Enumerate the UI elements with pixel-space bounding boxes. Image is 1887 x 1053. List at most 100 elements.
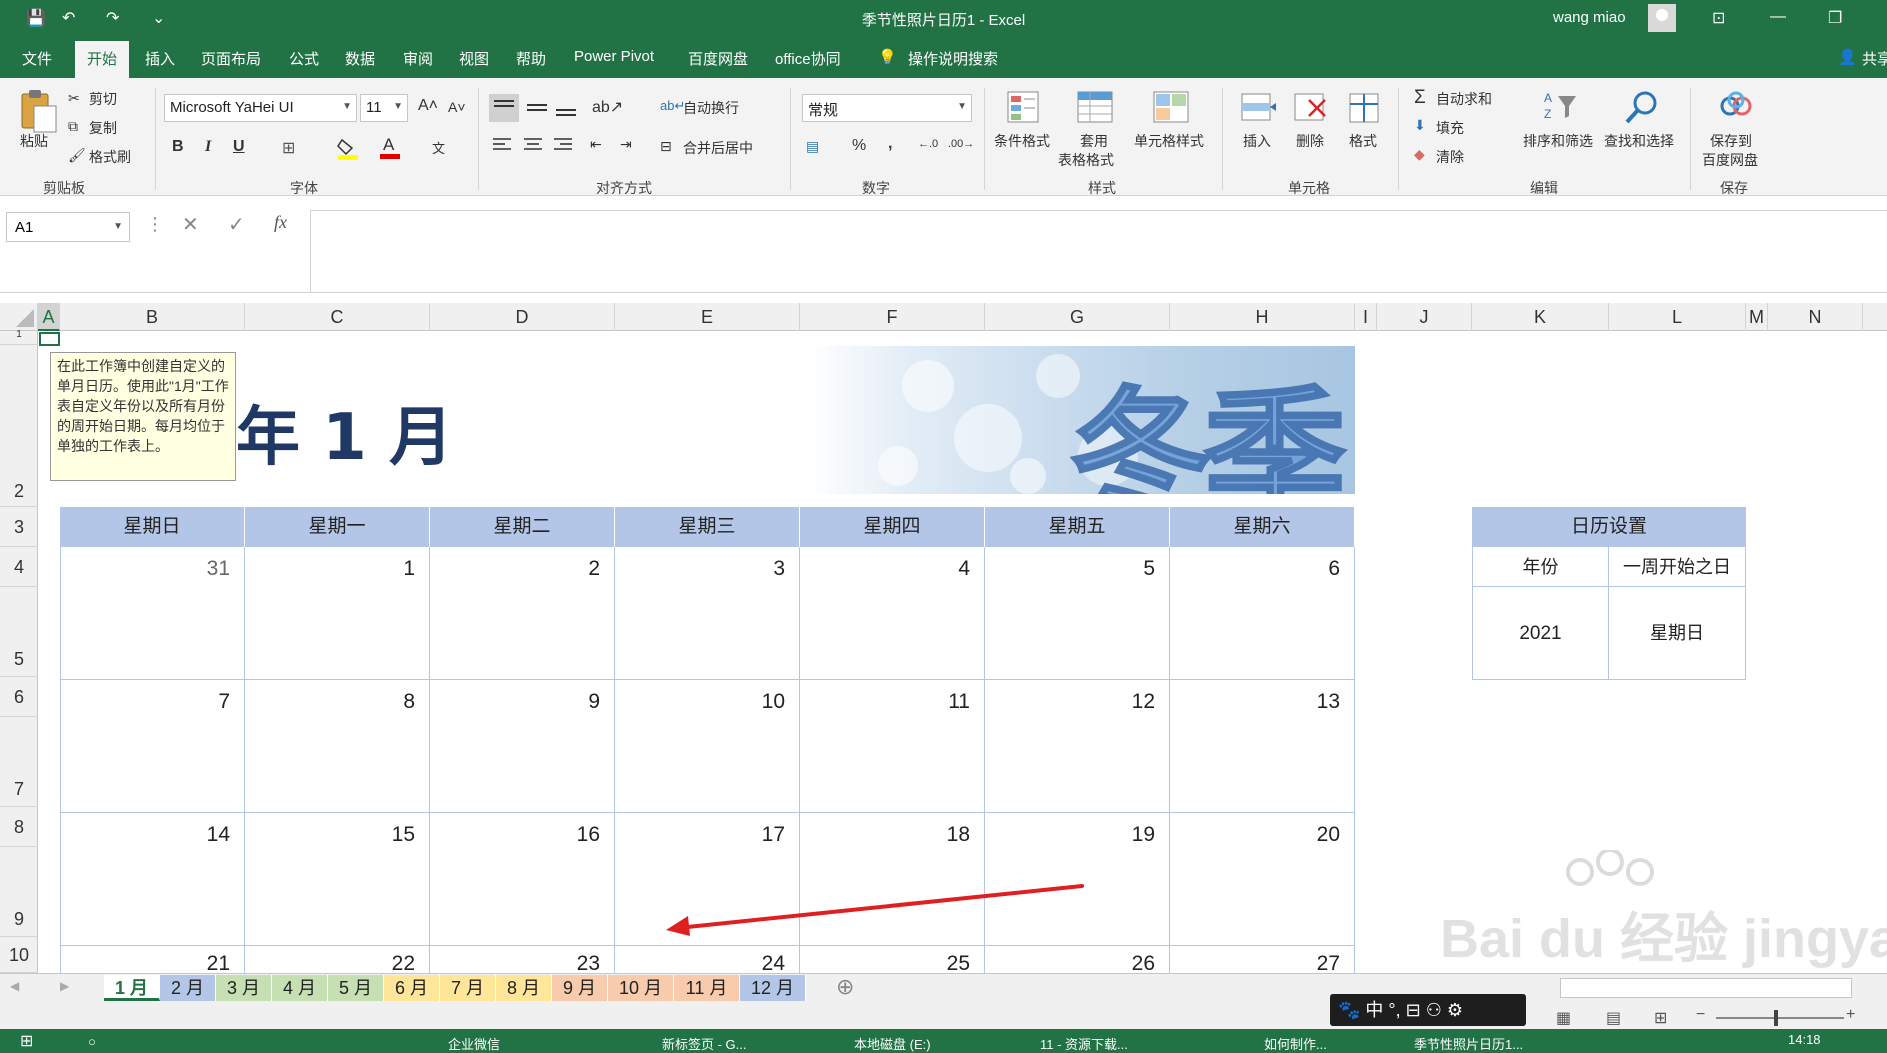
taskbar-item-active[interactable]: 季节性照片日历1... <box>1414 1034 1523 1053</box>
day-cell[interactable]: 6 <box>1170 547 1355 680</box>
taskbar-item[interactable]: 如何制作... <box>1264 1034 1327 1053</box>
day-cell[interactable]: 2 <box>430 547 615 680</box>
column-header-f[interactable]: F <box>800 303 985 331</box>
increase-font-icon[interactable]: A˄ <box>418 97 438 115</box>
decrease-indent-icon[interactable]: ⇤ <box>590 136 602 153</box>
cancel-icon[interactable]: ✕ <box>182 212 199 237</box>
sheet-tab-11[interactable]: 11 月 <box>674 975 740 1001</box>
row-header-8[interactable]: 8 <box>0 807 38 847</box>
ribbon-display-icon[interactable]: ⊡ <box>1712 8 1725 28</box>
align-bottom-icon[interactable] <box>551 94 581 122</box>
find-select-button[interactable]: 查找和选择 <box>1604 131 1674 151</box>
column-header-a[interactable]: A <box>38 303 60 331</box>
formula-input[interactable] <box>310 210 1887 293</box>
comma-button[interactable]: , <box>888 135 892 153</box>
orientation-icon[interactable]: ab↗ <box>592 97 623 117</box>
insert-function-button[interactable]: fx <box>274 212 287 233</box>
settings-year-value[interactable]: 2021 <box>1472 587 1609 680</box>
decrease-font-icon[interactable]: A˅ <box>448 99 466 115</box>
zoom-slider[interactable] <box>1716 1017 1844 1019</box>
day-cell[interactable]: 26 <box>985 946 1170 973</box>
search-icon[interactable]: ○ <box>88 1034 96 1049</box>
settings-week-start-value[interactable]: 星期日 <box>1609 587 1746 680</box>
day-cell[interactable]: 12 <box>985 680 1170 813</box>
column-header-l[interactable]: L <box>1609 303 1746 331</box>
taskbar-item[interactable]: 11 - 资源下载... <box>1040 1034 1128 1053</box>
tell-me-search[interactable]: 操作说明搜索 <box>908 48 998 69</box>
clock[interactable]: 14:18 <box>1788 1032 1821 1047</box>
underline-button[interactable]: U <box>233 138 245 156</box>
sheet-tab-8[interactable]: 8 月 <box>496 975 552 1001</box>
cell-styles-button[interactable]: 单元格样式 <box>1134 131 1204 151</box>
paste-button[interactable]: 粘贴 <box>20 131 48 151</box>
avatar[interactable] <box>1648 4 1676 32</box>
day-cell[interactable]: 8 <box>245 680 430 813</box>
ime-toolbar[interactable]: 🐾 中 °, ⊟ ⚇ ⚙ <box>1330 994 1526 1026</box>
tab-power-pivot[interactable]: Power Pivot <box>574 48 654 65</box>
format-button[interactable]: 格式 <box>1349 131 1377 151</box>
sheet-tab-6[interactable]: 6 月 <box>384 975 440 1001</box>
day-cell[interactable]: 23 <box>430 946 615 973</box>
tab-baidu-netdisk[interactable]: 百度网盘 <box>688 48 748 69</box>
day-cell[interactable]: 5 <box>985 547 1170 680</box>
italic-button[interactable]: I <box>205 138 211 156</box>
day-cell[interactable]: 14 <box>60 813 245 946</box>
column-header-k[interactable]: K <box>1472 303 1609 331</box>
day-cell[interactable]: 25 <box>800 946 985 973</box>
save-baidu-button[interactable]: 百度网盘 <box>1702 150 1758 170</box>
confirm-icon[interactable]: ✓ <box>228 212 245 237</box>
day-cell[interactable]: 21 <box>60 946 245 973</box>
autosum-button[interactable]: 自动求和 <box>1436 89 1492 109</box>
row-header-7[interactable]: 7 <box>0 717 38 807</box>
borders-icon[interactable]: ⊞ <box>282 138 295 158</box>
sheet-tab-1[interactable]: 1 月 <box>104 975 160 1001</box>
row-header-1[interactable]: 1 <box>0 330 38 345</box>
tab-data[interactable]: 数据 <box>345 48 375 69</box>
sheet-tab-2[interactable]: 2 月 <box>160 975 216 1001</box>
add-sheet-icon[interactable]: ⊕ <box>836 974 854 1000</box>
align-middle-icon[interactable] <box>522 94 552 122</box>
cut-button[interactable]: 剪切 <box>89 89 117 109</box>
tab-insert[interactable]: 插入 <box>145 48 175 69</box>
align-top-icon[interactable] <box>489 94 519 122</box>
tab-help[interactable]: 帮助 <box>516 48 546 69</box>
table-format-button[interactable]: 表格格式 <box>1058 150 1114 170</box>
phonetic-icon[interactable]: 文 <box>432 138 445 157</box>
day-cell[interactable]: 24 <box>615 946 800 973</box>
column-header-b[interactable]: B <box>60 303 245 331</box>
taskbar-item[interactable]: 新标签页 - G... <box>662 1034 747 1053</box>
day-cell[interactable]: 1 <box>245 547 430 680</box>
tab-view[interactable]: 视图 <box>459 48 489 69</box>
tab-home[interactable]: 开始 <box>75 41 130 78</box>
day-cell[interactable]: 9 <box>430 680 615 813</box>
paste-icon[interactable] <box>18 88 58 134</box>
conditional-format-button[interactable]: 条件格式 <box>994 131 1050 151</box>
copy-button[interactable]: 复制 <box>89 118 117 138</box>
percent-button[interactable]: % <box>852 137 866 155</box>
font-name-dropdown[interactable]: Microsoft YaHei UI ▼ <box>164 94 357 122</box>
row-header-2[interactable]: 2 <box>0 345 38 507</box>
column-header-g[interactable]: G <box>985 303 1170 331</box>
align-center-icon[interactable] <box>520 134 546 156</box>
active-cell-a1[interactable] <box>39 332 60 346</box>
format-painter-button[interactable]: 格式刷 <box>89 147 131 167</box>
font-color-icon[interactable]: A <box>378 134 402 163</box>
column-header-m[interactable]: M <box>1746 303 1768 331</box>
column-header-h[interactable]: H <box>1170 303 1355 331</box>
horizontal-scrollbar[interactable] <box>1560 978 1852 998</box>
sheet-nav-prev-icon[interactable]: ◀ <box>10 979 19 993</box>
row-header-10[interactable]: 10 <box>0 937 38 973</box>
name-box[interactable]: A1 ▼ <box>6 212 130 242</box>
normal-view-icon[interactable]: ▦ <box>1556 1008 1571 1028</box>
windows-start-icon[interactable]: ⊞ <box>20 1031 33 1051</box>
minimize-button[interactable]: — <box>1770 8 1786 26</box>
day-cell[interactable]: 31 <box>60 547 245 680</box>
day-cell[interactable]: 11 <box>800 680 985 813</box>
merge-center-button[interactable]: 合并后居中 <box>683 138 753 158</box>
day-cell[interactable]: 4 <box>800 547 985 680</box>
increase-indent-icon[interactable]: ⇥ <box>620 136 632 153</box>
number-format-dropdown[interactable]: 常规 ▼ <box>802 94 972 122</box>
page-layout-view-icon[interactable]: ▤ <box>1606 1008 1621 1028</box>
day-cell[interactable]: 7 <box>60 680 245 813</box>
day-cell[interactable]: 10 <box>615 680 800 813</box>
